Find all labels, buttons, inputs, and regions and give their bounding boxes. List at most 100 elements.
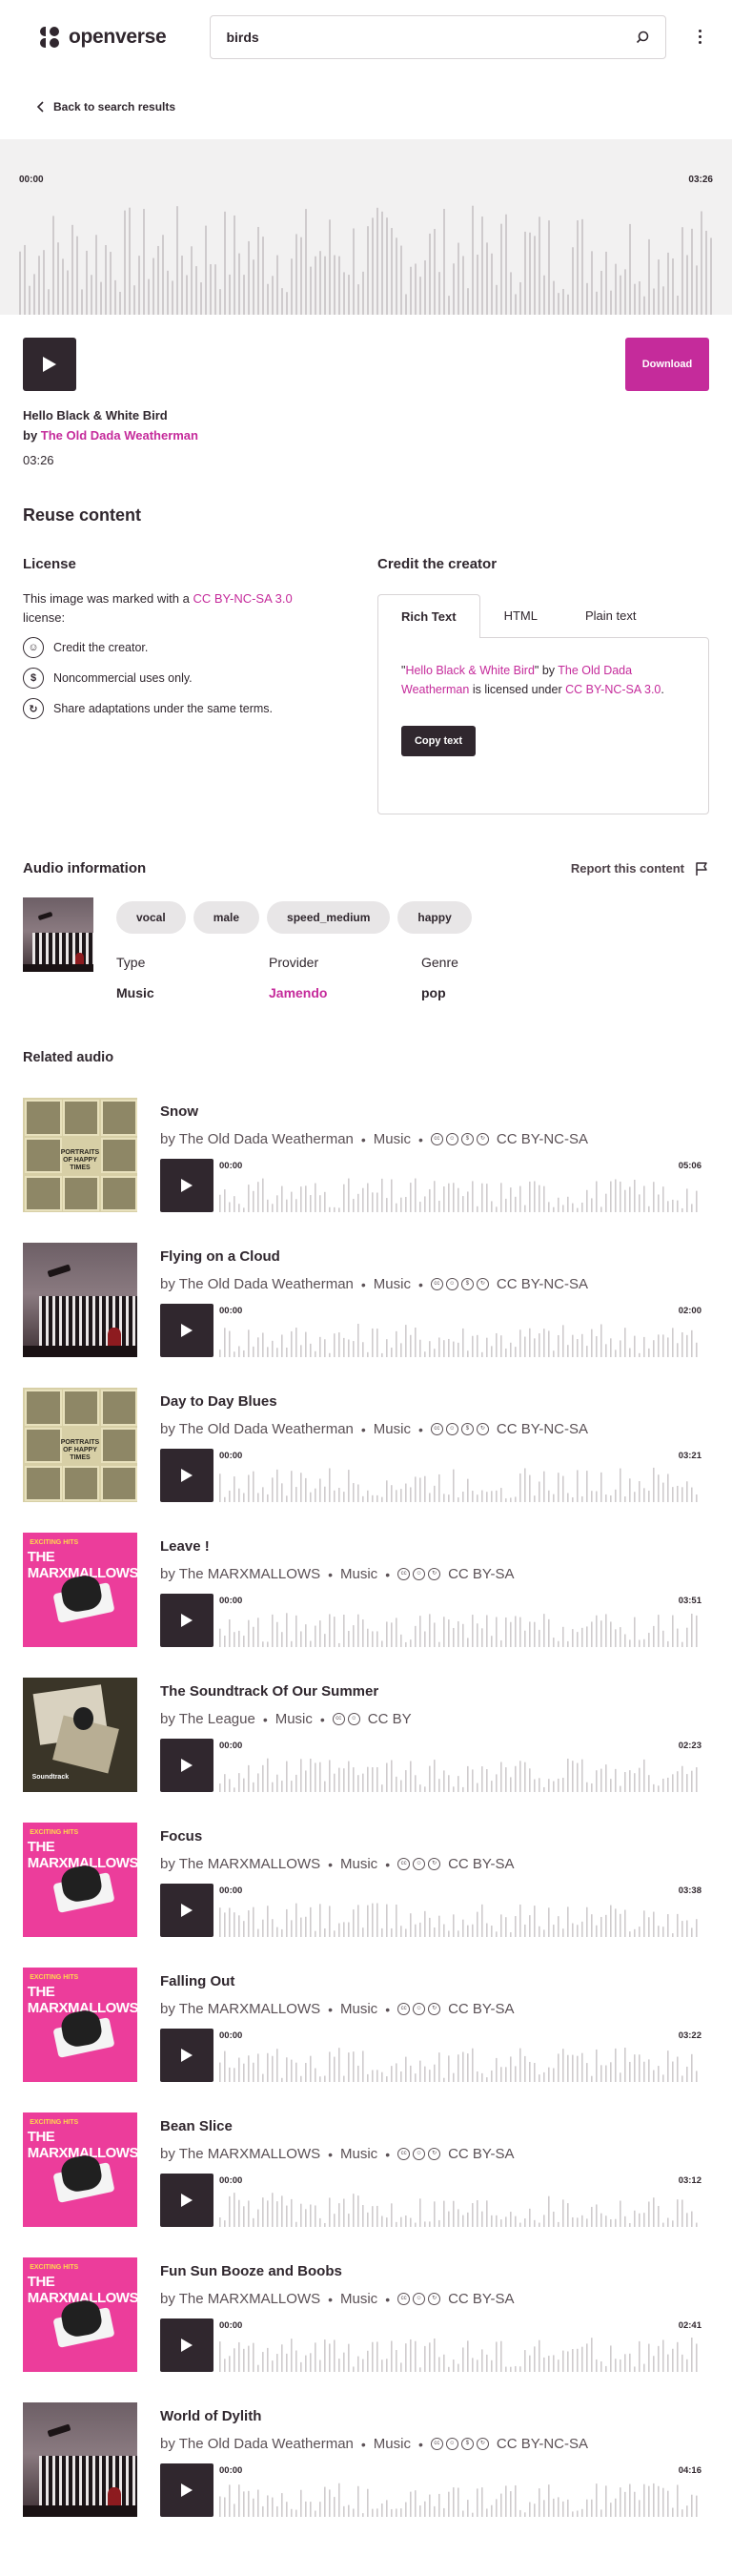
related-audio-item[interactable]: PORTRAITS OF HAPPY TIMES Snow by The Old D… [23,1065,709,1212]
related-audio-item[interactable]: Flying on a Cloud by The Old Dada Weather… [23,1212,709,1357]
artist-link[interactable]: The Old Dada Weatherman [41,428,198,443]
play-button[interactable] [160,1739,214,1792]
related-audio-thumbnail[interactable]: EXCITING HITS THE MARXMALLOWS [23,1533,137,1647]
related-audio-title[interactable]: Day to Day Blues [160,1393,709,1410]
download-button[interactable]: Download [625,338,709,391]
waveform-bar [424,1631,426,1647]
related-audio-thumbnail[interactable]: PORTRAITS OF HAPPY TIMES [23,1388,137,1502]
related-audio-title[interactable]: Leave ! [160,1538,709,1555]
related-audio-waveform[interactable]: 00:00 03:12 [214,2174,702,2227]
related-audio-title[interactable]: Falling Out [160,1973,709,1989]
play-button[interactable] [160,2463,214,2517]
related-audio-item[interactable]: PORTRAITS OF HAPPY TIMES Day to Day Blues… [23,1357,709,1502]
play-button[interactable] [160,2318,214,2372]
related-audio-waveform[interactable]: 00:00 03:51 [214,1594,702,1647]
waveform-bar [472,205,474,315]
related-audio-waveform[interactable]: 00:00 03:21 [214,1449,702,1502]
attribution-license-link[interactable]: CC BY-NC-SA 3.0 [565,683,661,696]
related-audio-waveform[interactable]: 00:00 05:06 [214,1159,702,1212]
waveform-bar [629,1478,631,1502]
waveform-bar [396,1490,397,1502]
play-button[interactable] [160,1884,214,1937]
search-query[interactable]: birds [226,30,632,45]
related-audio-item[interactable]: EXCITING HITS THE MARXMALLOWS Leave ! by Th… [23,1502,709,1647]
tag-chip[interactable]: male [193,901,260,934]
waveform-bar [662,286,664,315]
related-audio-title[interactable]: Fun Sun Booze and Boobs [160,2263,709,2279]
separator-dot: • [417,1276,423,1292]
related-audio-waveform[interactable]: 00:00 02:23 [214,1739,702,1792]
license-icons: cc ☺ $ ↻ [430,2438,489,2450]
play-button[interactable] [160,1304,214,1357]
play-icon [43,357,56,372]
main-waveform[interactable]: 00:00 03:26 [0,139,732,315]
related-audio-title[interactable]: Focus [160,1828,709,1844]
waveform-bar [443,1924,445,1937]
related-audio-item[interactable]: Soundtrack The Soundtrack Of Our Summer by… [23,1647,709,1792]
tab-rich-text[interactable]: Rich Text [377,594,480,638]
play-button[interactable] [160,1159,214,1212]
search-icon[interactable] [633,28,652,47]
related-audio-waveform[interactable]: 00:00 02:00 [214,1304,702,1357]
copy-text-button[interactable]: Copy text [401,726,476,756]
related-audio-item[interactable]: World of Dylith by The Old Dada Weatherma… [23,2372,709,2517]
related-audio-waveform[interactable]: 00:00 02:41 [214,2318,702,2372]
related-audio-thumbnail[interactable] [23,1243,137,1357]
waveform-bar [229,1907,231,1937]
waveform-bar [448,1494,450,1502]
openverse-logo[interactable]: openverse [38,26,172,49]
waveform-bar [681,1487,683,1502]
waveform-bar [438,2493,440,2517]
play-button[interactable] [160,2174,214,2227]
waveform-bar [343,2352,345,2372]
related-audio-waveform[interactable]: 00:00 03:22 [214,2029,702,2082]
tag-chip[interactable]: happy [397,901,472,934]
related-audio-item[interactable]: EXCITING HITS THE MARXMALLOWS Falling Out b… [23,1937,709,2082]
waveform-bars [219,2048,698,2082]
waveform-bar [529,1328,531,1357]
related-audio-thumbnail[interactable]: EXCITING HITS THE MARXMALLOWS [23,1968,137,2082]
tab-plain-text[interactable]: Plain text [561,593,660,637]
waveform-bar [386,1621,388,1647]
waveform-bar [315,1762,316,1792]
play-button[interactable] [23,338,76,391]
related-audio-waveform[interactable]: 00:00 03:38 [214,1884,702,1937]
play-button[interactable] [160,2029,214,2082]
play-button[interactable] [160,1449,214,1502]
more-menu-icon[interactable] [691,26,709,49]
related-audio-item[interactable]: EXCITING HITS THE MARXMALLOWS Focus by The … [23,1792,709,1937]
waveform-bar [529,1621,531,1647]
related-audio-thumbnail[interactable]: EXCITING HITS THE MARXMALLOWS [23,2112,137,2227]
related-audio-thumbnail[interactable] [23,2402,137,2517]
related-audio-waveform[interactable]: 00:00 04:16 [214,2463,702,2517]
tab-html[interactable]: HTML [480,593,561,637]
waveform-bar [334,2214,336,2227]
play-button[interactable] [160,1594,214,1647]
tag-chip[interactable]: speed_medium [267,901,391,934]
related-audio-title[interactable]: The Soundtrack Of Our Summer [160,1683,709,1700]
related-audio-title[interactable]: Bean Slice [160,2118,709,2134]
report-content-button[interactable]: Report this content [571,861,709,876]
related-audio-title[interactable]: World of Dylith [160,2408,709,2424]
related-audio-item[interactable]: EXCITING HITS THE MARXMALLOWS Bean Slice by… [23,2082,709,2227]
related-audio-thumbnail[interactable]: EXCITING HITS THE MARXMALLOWS [23,1823,137,1937]
waveform-bar [229,1779,231,1792]
waveform-bar [653,1467,655,1502]
related-audio-title[interactable]: Snow [160,1103,709,1120]
search-input[interactable]: birds [210,14,666,59]
provider-link[interactable]: Jamendo [269,985,421,1000]
back-to-results-link[interactable]: Back to search results [0,74,732,139]
waveform-bar [591,1329,593,1357]
license-link[interactable]: CC BY-NC-SA 3.0 [193,591,292,606]
waveform-bar [405,1483,407,1502]
waveform-bar [677,1628,679,1647]
related-audio-thumbnail[interactable]: Soundtrack [23,1678,137,1792]
related-audio-thumbnail[interactable]: EXCITING HITS THE MARXMALLOWS [23,2257,137,2372]
related-audio-item[interactable]: EXCITING HITS THE MARXMALLOWS Fun Sun Booz… [23,2227,709,2372]
related-audio-thumbnail[interactable]: PORTRAITS OF HAPPY TIMES [23,1098,137,1212]
tag-chip[interactable]: vocal [116,901,186,934]
audio-info-body: vocal male speed_medium happy Type Music Pr… [0,876,732,1000]
play-icon [181,1904,193,1917]
attribution-title-link[interactable]: Hello Black & White Bird [405,664,534,677]
related-audio-title[interactable]: Flying on a Cloud [160,1248,709,1265]
